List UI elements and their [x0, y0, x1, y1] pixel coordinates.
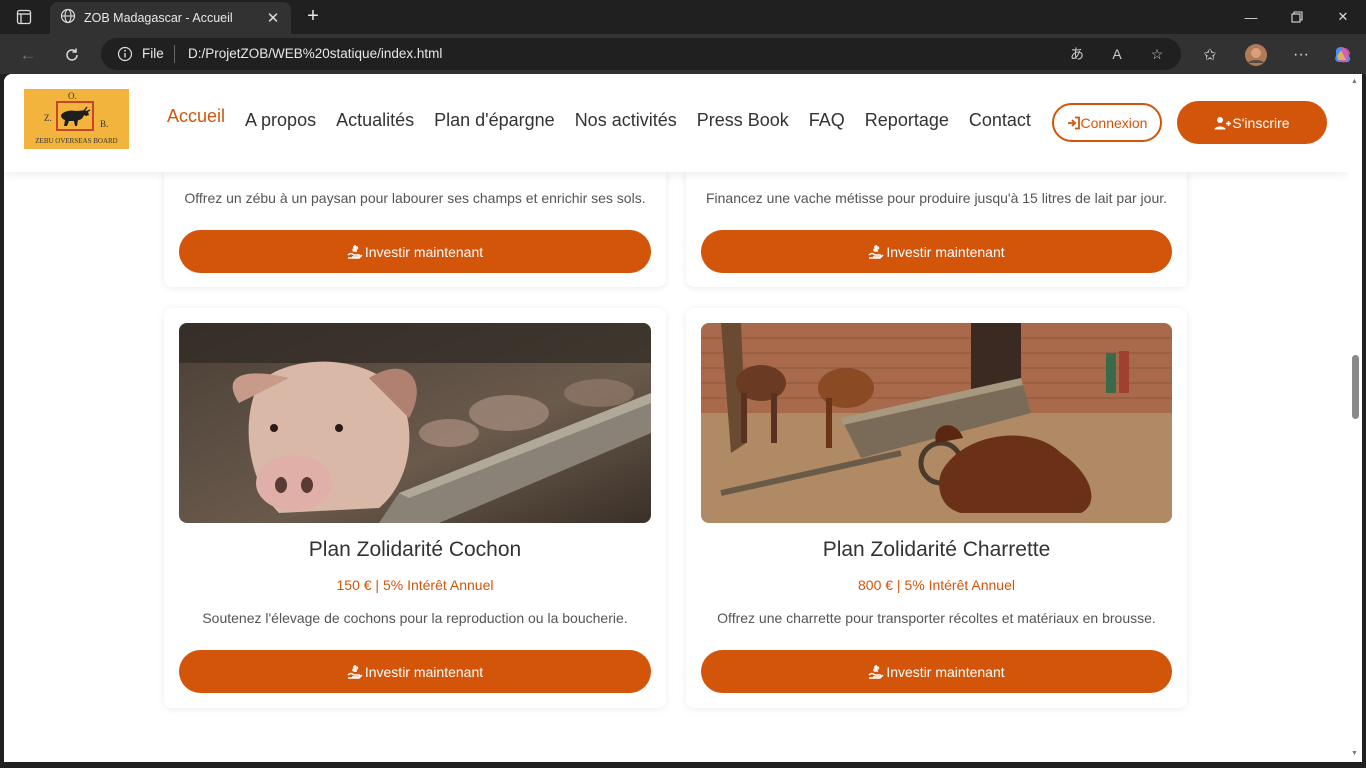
logo-caption: ZEBU OVERSEAS BOARD	[35, 137, 118, 145]
signup-button[interactable]: S'inscrire	[1177, 101, 1327, 144]
user-plus-icon	[1214, 116, 1232, 129]
nav-press-book[interactable]: Press Book	[697, 110, 789, 131]
url-text[interactable]: D:/ProjetZOB/WEB%20statique/index.html	[188, 46, 442, 61]
invest-button-label: Investir maintenant	[886, 663, 1005, 680]
nav-accueil[interactable]: Accueil	[167, 106, 225, 131]
nav-nos-activites[interactable]: Nos activités	[575, 110, 677, 131]
copilot-icon[interactable]	[1330, 42, 1356, 68]
address-toolbar: ← File D:/ProjetZOB/WEB%20statique/index…	[0, 34, 1366, 74]
tab-title: ZOB Madagascar - Accueil	[84, 11, 233, 25]
cart-photo	[701, 323, 1172, 523]
site-header: O. Z. B. ZEBU OVERSEAS BOARD Accueil A p…	[4, 74, 1348, 172]
card-description: Offrez une charrette pour transporter ré…	[717, 610, 1156, 626]
page-viewport: O. Z. B. ZEBU OVERSEAS BOARD Accueil A p…	[4, 74, 1348, 762]
tab-actions-icon[interactable]	[10, 7, 38, 27]
favorites-icon[interactable]: ✩	[1197, 42, 1223, 68]
nav-actualites[interactable]: Actualités	[336, 110, 414, 131]
nav-contact[interactable]: Contact	[969, 110, 1031, 131]
login-label: Connexion	[1080, 114, 1148, 131]
scrollbar-thumb[interactable]	[1352, 355, 1359, 419]
favorite-star-icon[interactable]: ☆	[1146, 44, 1168, 64]
new-tab-icon[interactable]: +	[302, 5, 324, 27]
hand-holding-dollar-icon	[347, 664, 363, 679]
card-description: Financez une vache métisse pour produire…	[705, 190, 1168, 206]
back-icon[interactable]: ←	[14, 41, 42, 69]
hand-holding-dollar-icon	[868, 664, 884, 679]
nav-plan-epargne[interactable]: Plan d'épargne	[434, 110, 555, 131]
login-button[interactable]: Connexion	[1052, 103, 1162, 142]
nav-faq[interactable]: FAQ	[809, 110, 845, 131]
nav-a-propos[interactable]: A propos	[245, 110, 316, 131]
card-price: 800 € | 5% Intérêt Annuel	[858, 577, 1015, 593]
close-window-icon[interactable]: ✕	[1320, 0, 1366, 34]
nav-reportage[interactable]: Reportage	[865, 110, 949, 131]
invest-button[interactable]: Investir maintenant	[701, 650, 1172, 693]
invest-button[interactable]: Investir maintenant	[179, 230, 651, 273]
page-scrollbar[interactable]: ▲ ▼	[1348, 74, 1362, 762]
minimize-icon[interactable]: —	[1228, 0, 1274, 34]
card-title: Plan Zolidarité Charrette	[822, 538, 1051, 561]
sign-in-icon	[1067, 116, 1080, 129]
card-description: Offrez un zébu à un paysan pour labourer…	[184, 190, 646, 206]
logo-letter-z: Z.	[44, 113, 52, 123]
scroll-down-icon[interactable]: ▼	[1351, 750, 1358, 757]
refresh-icon[interactable]	[58, 41, 86, 69]
signup-label: S'inscrire	[1232, 114, 1290, 131]
browser-tab[interactable]: ZOB Madagascar - Accueil ✕	[50, 2, 291, 34]
logo-letter-o: O.	[68, 91, 77, 101]
logo-frame	[56, 101, 94, 131]
url-separator	[174, 45, 175, 63]
translate-icon[interactable]: あ	[1066, 44, 1088, 64]
card-title: Plan Zolidarité Cochon	[308, 538, 522, 561]
invest-button[interactable]: Investir maintenant	[179, 650, 651, 693]
site-logo[interactable]: O. Z. B. ZEBU OVERSEAS BOARD	[24, 89, 129, 149]
scroll-up-icon[interactable]: ▲	[1351, 78, 1358, 85]
invest-button-label: Investir maintenant	[364, 663, 484, 680]
restore-icon[interactable]	[1274, 0, 1320, 34]
profile-avatar[interactable]	[1243, 42, 1269, 68]
logo-letter-b: B.	[100, 119, 109, 129]
close-tab-icon[interactable]: ✕	[263, 8, 283, 28]
card-description: Soutenez l'élevage de cochons pour la re…	[202, 610, 628, 626]
hand-holding-dollar-icon	[347, 244, 363, 259]
plan-card-charrette: Plan Zolidarité Charrette 800 € | 5% Int…	[686, 308, 1187, 708]
invest-button-label: Investir maintenant	[886, 243, 1005, 260]
main-nav: Accueil A propos Actualités Plan d'éparg…	[167, 106, 1031, 131]
more-options-icon[interactable]: ···	[1288, 42, 1314, 68]
url-scheme-label: File	[142, 46, 164, 61]
browser-tab-bar: ZOB Madagascar - Accueil ✕ + — ✕	[0, 0, 1366, 34]
plan-card-cochon: Plan Zolidarité Cochon 150 € | 5% Intérê…	[164, 308, 666, 708]
info-icon[interactable]	[117, 46, 133, 62]
card-price: 150 € | 5% Intérêt Annuel	[336, 577, 494, 593]
invest-button-label: Investir maintenant	[364, 243, 484, 260]
invest-button[interactable]: Investir maintenant	[701, 230, 1172, 273]
hand-holding-dollar-icon	[868, 244, 884, 259]
zebu-silhouette-icon	[61, 106, 91, 126]
globe-icon	[60, 8, 76, 29]
read-aloud-icon[interactable]: A	[1106, 44, 1128, 64]
address-bar[interactable]: File D:/ProjetZOB/WEB%20statique/index.h…	[101, 38, 1181, 70]
pig-photo	[179, 323, 651, 523]
